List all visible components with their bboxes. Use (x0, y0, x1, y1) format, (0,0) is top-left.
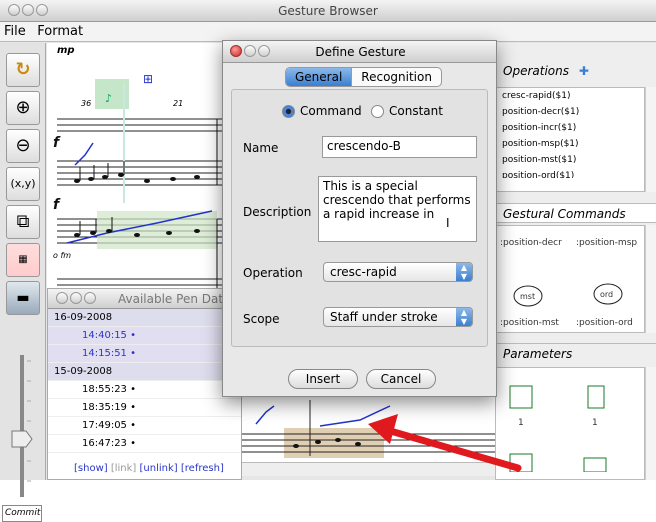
red-arrow-annotation (368, 414, 522, 472)
gesture-browser-window: Gesture Browser File Format ↻ ⊕ ⊖ (x,y) … (0, 0, 656, 522)
commit-button[interactable]: Commit (2, 505, 42, 522)
